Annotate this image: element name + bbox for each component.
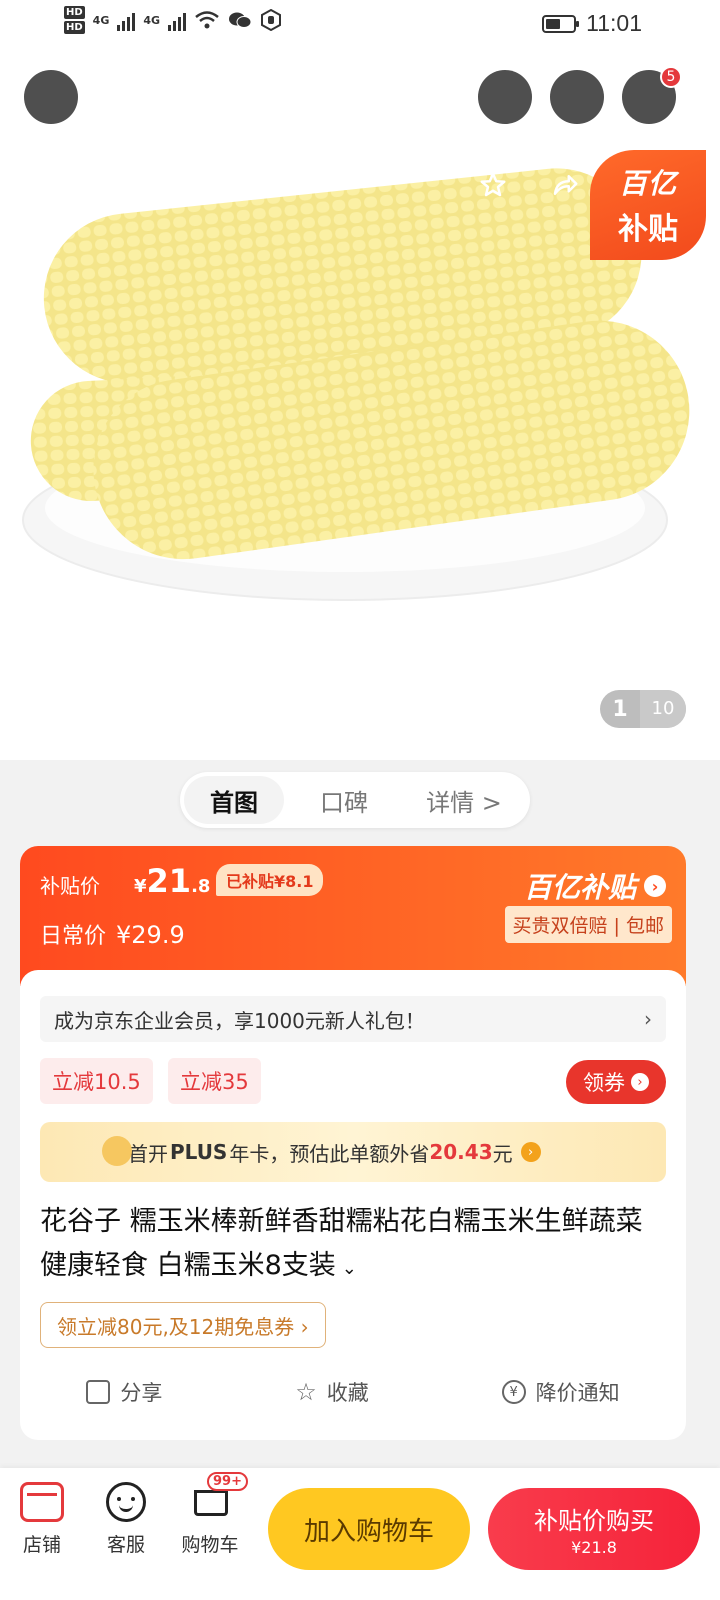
moon-icon — [102, 1136, 132, 1166]
price-decimal: .8 — [191, 876, 211, 897]
coupon-button-label: 领券 — [583, 1071, 625, 1095]
bottom-action-bar: 店铺 客服 99+ 购物车 加入购物车 补贴价购买 ¥21.8 — [0, 1468, 720, 1600]
buy-price: ¥21.8 — [571, 1538, 617, 1557]
subsidy-price: ¥21.8 — [134, 862, 210, 900]
shop-icon — [20, 1482, 64, 1522]
subsidy-price-label: 补贴价 — [40, 874, 100, 898]
customer-service-icon — [106, 1482, 146, 1522]
pager-current: 1 — [612, 696, 628, 722]
star-icon — [480, 172, 506, 197]
chevron-right-icon: › — [631, 1073, 649, 1091]
star-icon: ☆ — [295, 1378, 317, 1406]
chevron-right-icon: › — [520, 1142, 541, 1162]
message-badge: 5 — [660, 66, 682, 88]
enterprise-member-banner[interactable]: 成为京东企业会员，享1000元新人礼包！ › — [40, 996, 666, 1042]
product-info-card: 成为京东企业会员，享1000元新人礼包！ › 立减10.5 立减35 领券 › … — [20, 970, 686, 1440]
cart-count-badge: 99+ — [207, 1472, 248, 1491]
hand-icon — [261, 9, 282, 31]
gallery-pager: 1 10 — [600, 690, 686, 728]
shop-button[interactable]: 店铺 — [2, 1482, 82, 1557]
service-label: 客服 — [106, 1534, 145, 1556]
enterprise-member-text: 成为京东企业会员，享1000元新人礼包！ — [54, 1008, 425, 1033]
subsidy-brand-text: 百亿补贴 — [523, 871, 636, 904]
collect-label: 收藏 — [326, 1381, 369, 1405]
share-button[interactable] — [550, 70, 604, 195]
back-button[interactable] — [24, 70, 78, 192]
daily-price: ¥29.9 — [116, 921, 185, 949]
price-banner: 补贴价 ¥21.8 已补贴¥8.1 日常价 ¥29.9 百亿补贴 › 买贵双倍赔 … — [20, 846, 686, 986]
signal-icon — [117, 9, 136, 31]
subsidy-corner-badge: 百亿 补贴 — [590, 150, 706, 260]
price-alert-action[interactable]: ¥ 降价通知 — [501, 1377, 620, 1407]
price-integer: 21 — [146, 862, 192, 900]
action-row: 分享 ☆ 收藏 ¥ 降价通知 — [20, 1370, 686, 1414]
subsidy-badge-line2: 补贴 — [618, 212, 678, 247]
daily-price-row: 日常价 ¥29.9 — [40, 918, 185, 950]
subsidy-amount-tag: 已补贴¥8.1 — [216, 864, 324, 896]
product-gallery[interactable]: 5 百亿 补贴 1 10 — [0, 0, 720, 760]
buy-label: 补贴价购买 — [534, 1507, 654, 1535]
chevron-right-icon: › — [644, 1007, 652, 1031]
favorite-button[interactable] — [478, 70, 532, 197]
plus-word: PLUS — [170, 1140, 228, 1164]
price-alert-label: 降价通知 — [535, 1381, 620, 1405]
share-action[interactable]: 分享 — [86, 1377, 162, 1407]
signal2-icon — [168, 9, 187, 31]
net1-label: 4G — [92, 13, 110, 27]
chevron-down-icon: ⌄ — [341, 1258, 357, 1279]
pager-total: 10 — [640, 690, 686, 728]
tab-details[interactable]: 详情 > — [404, 776, 524, 824]
plus-mid: 年卡，预估此单额外省 — [229, 1141, 430, 1166]
tab-reviews[interactable]: 口碑 — [284, 776, 404, 824]
plus-amount: 20.43 — [429, 1140, 493, 1164]
net2-label: 4G — [143, 13, 161, 27]
customer-service-button[interactable]: 客服 — [86, 1482, 166, 1557]
yen-icon: ¥ — [501, 1380, 526, 1404]
cart-button[interactable]: 99+ 购物车 — [170, 1472, 250, 1557]
plus-prefix: 首开 — [128, 1141, 168, 1166]
status-left: HD HD 4G 4G — [64, 6, 282, 34]
share-label: 分享 — [120, 1381, 163, 1405]
back-arrow-icon — [29, 172, 41, 192]
more-button[interactable]: 5 — [622, 66, 682, 188]
status-right: 11:01 — [542, 10, 642, 37]
get-coupon-button[interactable]: 领券 › — [566, 1060, 666, 1104]
discount-chip[interactable]: 立减35 — [168, 1058, 261, 1104]
add-to-cart-button[interactable]: 加入购物车 — [268, 1488, 470, 1570]
plus-unit: 元 — [492, 1141, 513, 1166]
installment-coupon-link[interactable]: 领立减80元,及12期免息券 › — [40, 1302, 326, 1348]
price-currency: ¥ — [134, 876, 147, 897]
section-tabs: 首图 口碑 详情 > — [180, 772, 530, 828]
buy-now-button[interactable]: 补贴价购买 ¥21.8 — [488, 1488, 700, 1570]
share-icon — [553, 175, 578, 195]
collect-action[interactable]: ☆ 收藏 — [295, 1377, 369, 1407]
product-page: 5 百亿 补贴 1 10 HD HD 4G 4G 11:01 首图 口碑 详情 … — [0, 0, 720, 1600]
status-bar: HD HD 4G 4G 11:01 — [0, 0, 720, 50]
guarantee-tag: 买贵双倍赔 | 包邮 — [504, 906, 672, 943]
status-time: 11:01 — [586, 10, 642, 36]
cart-label: 购物车 — [181, 1534, 239, 1556]
tab-main-image[interactable]: 首图 — [184, 776, 284, 824]
product-title[interactable]: 花谷子 糯玉米棒新鲜香甜糯粘花白糯玉米生鲜蔬菜 健康轻食 白糯玉米8支装 ⌄ — [40, 1200, 660, 1291]
cart-icon: 99+ — [188, 1472, 248, 1522]
discount-chip[interactable]: 立减10.5 — [40, 1058, 153, 1104]
chevron-right-icon: › — [644, 875, 666, 897]
daily-price-label: 日常价 — [40, 924, 107, 949]
subsidy-brand-link[interactable]: 百亿补贴 › — [524, 866, 666, 906]
wechat-icon — [229, 12, 252, 28]
hd1-label: HD — [64, 6, 85, 19]
subsidy-badge-line1: 百亿 — [618, 167, 677, 200]
wifi-icon — [195, 11, 219, 29]
plus-membership-bar[interactable]: 首开 PLUS 年卡，预估此单额外省 20.43 元 › — [40, 1122, 666, 1182]
hd2-label: HD — [64, 21, 85, 34]
shop-label: 店铺 — [22, 1534, 61, 1556]
battery-icon — [542, 14, 580, 33]
hd-indicators: HD HD — [64, 6, 85, 34]
share-icon — [86, 1380, 111, 1404]
